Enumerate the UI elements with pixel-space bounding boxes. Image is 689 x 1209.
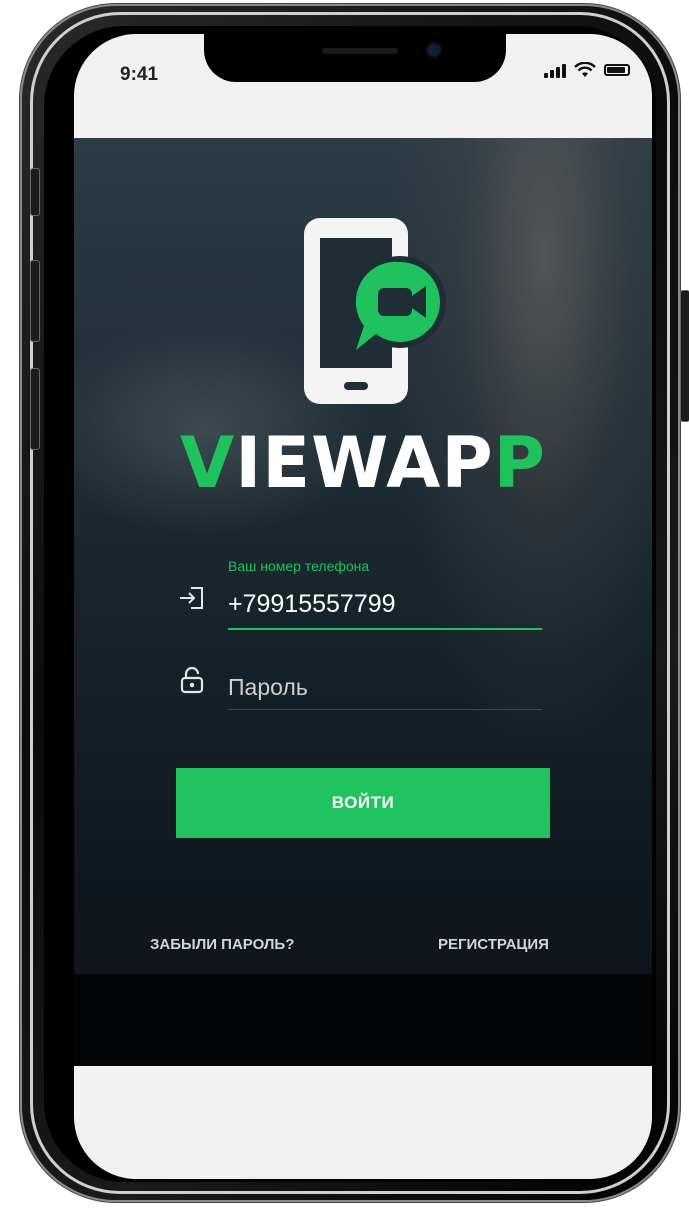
phone-field[interactable]: +79915557799 <box>228 590 396 619</box>
wordmark-middle: IEWAP <box>235 422 494 504</box>
forgot-password-link[interactable]: ЗАБЫЛИ ПАРОЛЬ? <box>150 936 294 953</box>
power-button <box>680 290 689 422</box>
notch <box>204 34 506 82</box>
battery-icon <box>604 64 630 76</box>
phone-field-label: Ваш номер телефона <box>228 558 370 574</box>
volume-up-button <box>30 260 40 342</box>
password-field-underline <box>228 709 542 710</box>
register-link[interactable]: РЕГИСТРАЦИЯ <box>438 936 549 953</box>
camera-icon <box>428 44 440 56</box>
status-icons <box>544 62 630 78</box>
app-wordmark: VIEWAPP <box>74 422 652 504</box>
wordmark-prefix: V <box>180 422 236 504</box>
phone-video-chat-icon <box>304 218 446 404</box>
phone-field-underline <box>228 628 542 630</box>
bottom-black-band <box>74 974 652 1066</box>
login-screen: VIEWAPP Ваш номер телефона +79915557799 … <box>74 138 652 974</box>
speaker-icon <box>322 48 398 54</box>
wordmark-suffix: P <box>493 422 546 504</box>
signal-icon <box>544 62 566 78</box>
volume-down-button <box>30 368 40 450</box>
wifi-icon <box>574 62 596 77</box>
login-arrow-icon <box>180 587 203 609</box>
lock-icon <box>180 666 204 694</box>
password-field[interactable] <box>228 670 528 704</box>
phone-screen: 9:41 VIEWAPP Ваш номер телефона +7991555… <box>74 34 652 1179</box>
login-button[interactable]: ВОЙТИ <box>176 768 550 838</box>
silent-switch <box>30 168 40 216</box>
status-time: 9:41 <box>120 64 159 85</box>
